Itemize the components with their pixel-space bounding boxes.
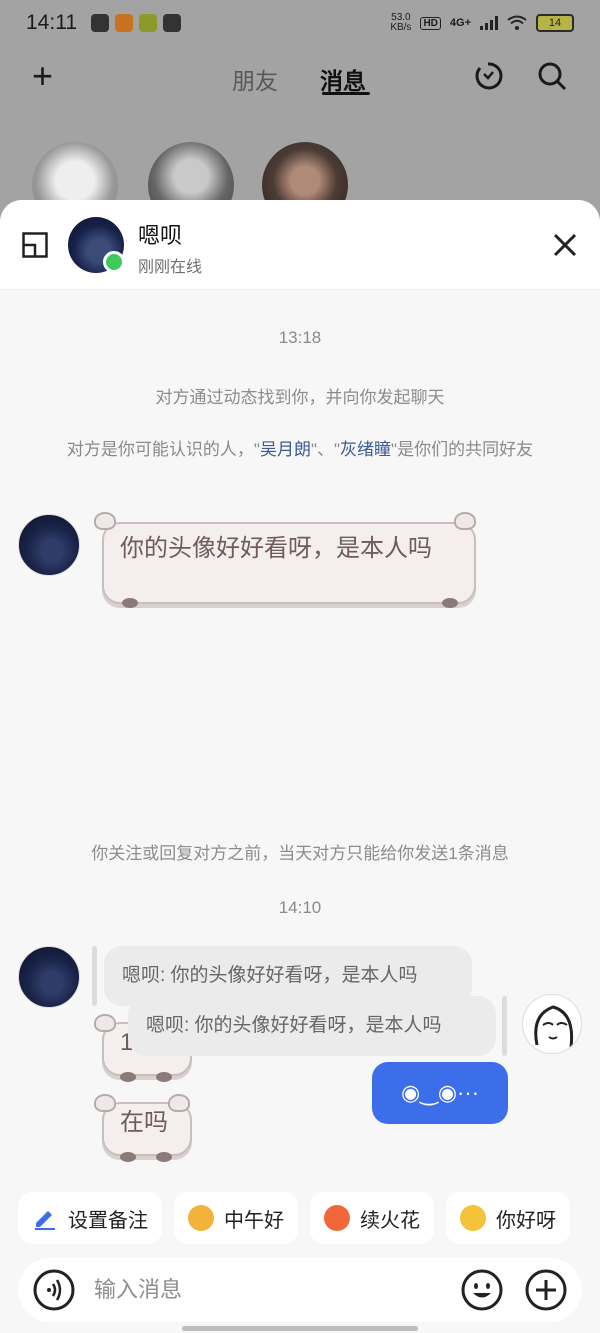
my-avatar-sketch: [534, 1005, 574, 1048]
sys-text: "是你们的共同好友: [391, 440, 534, 459]
my-quoted-message[interactable]: 嗯呗: 你的头像好好看呀，是本人吗: [128, 996, 496, 1056]
message-text: 在吗: [120, 1109, 168, 1136]
cat-ear-decoration: [454, 512, 476, 530]
sender-avatar[interactable]: [18, 946, 80, 1008]
quote-bar: [92, 946, 97, 1006]
status-bar: 14:11 53.0 KB/s HD 4G+ 14: [0, 0, 600, 46]
message-bubble[interactable]: 你的头像好好看呀，是本人吗: [102, 522, 476, 604]
emoji-icon[interactable]: [460, 1268, 504, 1312]
net-speed: 53.0 KB/s: [390, 13, 411, 33]
message-input-bar: [18, 1258, 582, 1322]
timestamp: 14:10: [278, 898, 322, 917]
status-right: 53.0 KB/s HD 4G+ 14: [390, 13, 574, 33]
search-icon[interactable]: [536, 60, 568, 92]
my-avatar[interactable]: [522, 994, 582, 1054]
chat-sheet: 嗯呗 刚刚在线 13:18 对方通过动态找到你，并向你发起聊天 对方是你可能认识…: [0, 200, 600, 1333]
home-indicator[interactable]: [182, 1326, 418, 1331]
wifi-icon: [507, 15, 527, 30]
close-icon[interactable]: [552, 232, 578, 258]
online-indicator: [103, 251, 125, 273]
network-label: 4G+: [449, 17, 471, 29]
contact-name: 嗯呗: [138, 223, 183, 248]
quick-reply-hello[interactable]: 你好呀: [446, 1192, 570, 1244]
my-message-bubble[interactable]: ◉‿◉···: [372, 1062, 508, 1124]
chip-label: 设置备注: [68, 1209, 148, 1232]
cat-paw-decoration: [156, 1072, 172, 1082]
laugh-emoji-icon: [460, 1205, 486, 1231]
mutual-friend-link[interactable]: 吴月朗: [260, 440, 311, 459]
quick-reply-spark[interactable]: 续火花: [310, 1192, 434, 1244]
fire-emoji-icon: [324, 1205, 350, 1231]
system-message: 你关注或回复对方之前，当天对方只能给你发送1条消息: [91, 844, 509, 863]
status-time: 14:11: [26, 11, 77, 34]
chip-label: 续火花: [360, 1209, 420, 1232]
message-text: 你的头像好好看呀，是本人吗: [120, 535, 432, 562]
expand-icon[interactable]: [22, 232, 48, 258]
cat-paw-decoration: [122, 598, 138, 608]
cat-paw-decoration: [120, 1152, 136, 1162]
refresh-icon[interactable]: [472, 60, 504, 92]
more-plus-icon[interactable]: [524, 1268, 568, 1312]
mutual-friend-link[interactable]: 灰绪瞳: [340, 440, 391, 459]
cat-ear-decoration: [94, 1014, 116, 1032]
cat-paw-decoration: [156, 1152, 172, 1162]
app-notification-icon: [91, 14, 109, 32]
cat-paw-decoration: [442, 598, 458, 608]
tab-messages[interactable]: 消息: [320, 62, 366, 96]
sunglasses-emoji-icon: [188, 1205, 214, 1231]
status-app-icons: [91, 14, 181, 32]
net-speed-unit: KB/s: [390, 22, 412, 33]
quote-bar: [502, 996, 507, 1056]
active-tab-indicator: [322, 92, 370, 95]
battery-icon: 14: [536, 14, 574, 32]
sys-text: 对方是你可能认识的人，": [66, 440, 260, 459]
cat-ear-decoration: [94, 1094, 116, 1112]
system-message-mutual-friends: 对方是你可能认识的人，"吴月朗"、"灰绪瞳"是你们的共同好友: [50, 438, 550, 462]
add-icon[interactable]: +: [32, 58, 53, 94]
cat-ear-decoration: [94, 512, 116, 530]
voice-icon[interactable]: [32, 1268, 76, 1312]
message-input[interactable]: [94, 1272, 434, 1308]
top-nav: + 朋友 消息: [0, 48, 600, 108]
cat-paw-decoration: [120, 1072, 136, 1082]
app-notification-icon: [115, 14, 133, 32]
chat-header: 嗯呗 刚刚在线: [0, 200, 600, 290]
signal-icon: [480, 16, 498, 30]
quick-replies: 设置备注 中午好 续火花 你好呀: [0, 1192, 600, 1246]
app-notification-icon: [139, 14, 157, 32]
quick-reply-set-remark[interactable]: 设置备注: [18, 1192, 162, 1244]
chip-label: 中午好: [224, 1209, 284, 1232]
cat-ear-decoration: [168, 1094, 190, 1112]
background-screen: 14:11 53.0 KB/s HD 4G+ 14 + 朋友 消息: [0, 0, 600, 230]
tab-friends[interactable]: 朋友: [232, 62, 278, 96]
system-message: 对方通过动态找到你，并向你发起聊天: [155, 388, 445, 407]
chip-label: 你好呀: [496, 1209, 556, 1232]
contact-status: 刚刚在线: [138, 259, 203, 276]
timestamp: 13:18: [278, 328, 322, 347]
app-notification-icon: [163, 14, 181, 32]
pencil-icon: [35, 1211, 55, 1230]
hd-badge: HD: [420, 16, 441, 30]
sys-text: "、": [310, 440, 341, 459]
sender-avatar[interactable]: [18, 514, 80, 576]
quick-reply-good-noon[interactable]: 中午好: [174, 1192, 298, 1244]
